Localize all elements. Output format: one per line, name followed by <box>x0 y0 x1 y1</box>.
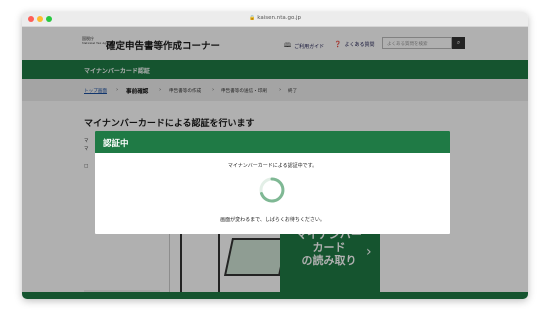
browser-window: 🔒 kaisen.nta.go.jp 国税庁 National Tax Agenc… <box>22 12 528 299</box>
modal-title: 認証中 <box>103 139 129 149</box>
modal-message: マイナンバーカードによる認証中です。 <box>227 163 318 169</box>
lock-icon: 🔒 <box>249 15 256 21</box>
auth-modal: 認証中 マイナンバーカードによる認証中です。 画面が変わるまで、しばらくお待ちく… <box>95 131 450 234</box>
browser-titlebar: 🔒 kaisen.nta.go.jp <box>22 12 528 27</box>
loading-spinner-icon <box>259 177 285 203</box>
modal-sub-message: 画面が変わるまで、しばらくお待ちください。 <box>220 217 325 223</box>
web-page: 国税庁 National Tax Agency 確定申告書等作成コーナー 🕮 ご利… <box>22 27 528 299</box>
modal-header: 認証中 <box>95 131 450 153</box>
address-text: kaisen.nta.go.jp <box>257 15 301 21</box>
address-bar[interactable]: 🔒 kaisen.nta.go.jp <box>22 15 528 21</box>
